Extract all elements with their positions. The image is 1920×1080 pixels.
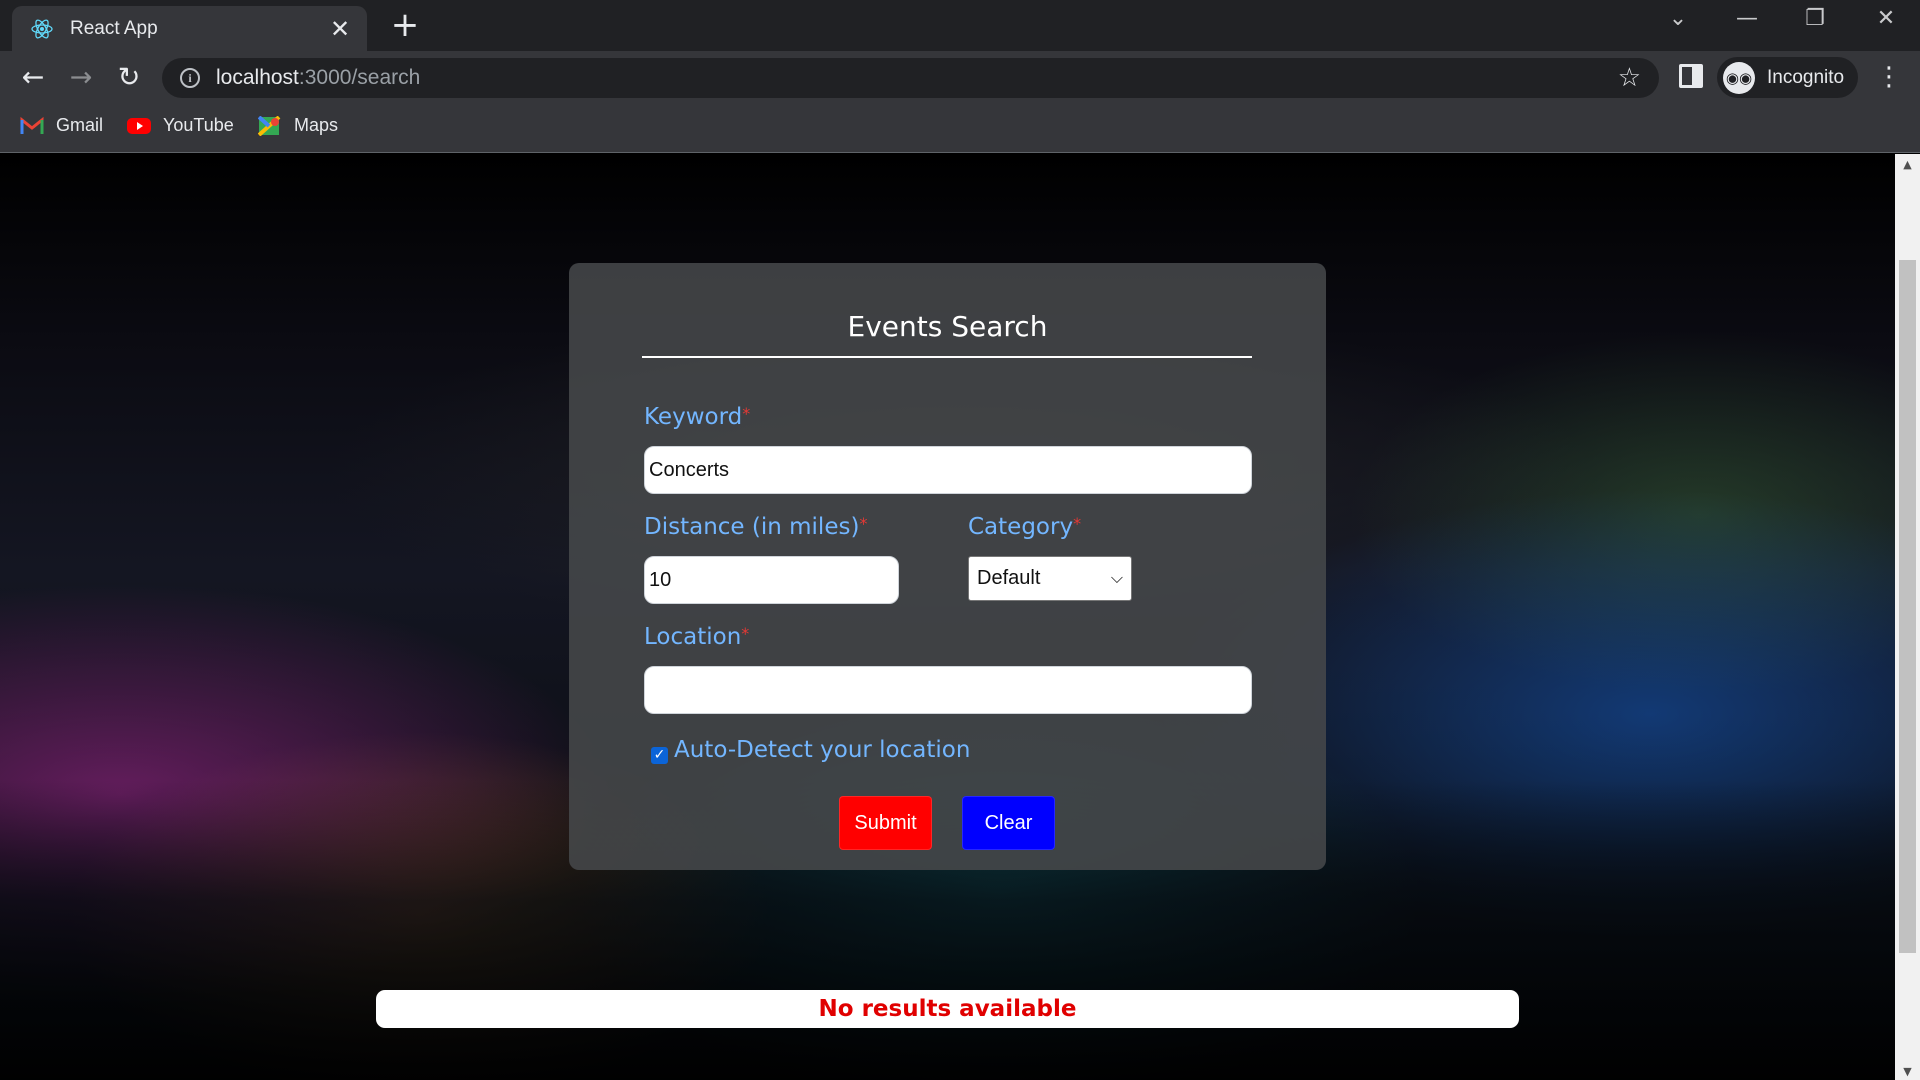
location-input[interactable] bbox=[644, 666, 1252, 714]
bookmark-youtube[interactable]: YouTube bbox=[127, 115, 234, 136]
category-select[interactable]: Default ⌵ bbox=[968, 556, 1132, 601]
page-background: Events Search Keyword* Concerts Distance… bbox=[0, 154, 1895, 1080]
reload-icon[interactable]: ↻ bbox=[114, 63, 144, 93]
keyword-value: Concerts bbox=[649, 458, 730, 481]
bookmarks-bar: Gmail YouTube Maps bbox=[0, 104, 1920, 153]
required-mark: * bbox=[742, 404, 751, 423]
back-icon[interactable]: ← bbox=[18, 63, 48, 93]
distance-input[interactable]: 10 bbox=[644, 556, 899, 604]
incognito-label: Incognito bbox=[1767, 66, 1845, 88]
incognito-profile-button[interactable]: ◉◉ Incognito bbox=[1717, 57, 1859, 98]
bookmark-star-icon[interactable]: ☆ bbox=[1618, 63, 1641, 93]
restore-icon[interactable]: ❐ bbox=[1795, 6, 1835, 31]
minimize-icon[interactable]: — bbox=[1727, 6, 1767, 31]
keyword-label-text: Keyword bbox=[644, 404, 743, 430]
category-selected: Default bbox=[977, 567, 1041, 589]
title-divider bbox=[642, 356, 1252, 358]
react-icon bbox=[31, 18, 53, 39]
form-title: Events Search bbox=[847, 310, 1048, 343]
page-scrollbar[interactable]: ▲ ▼ bbox=[1895, 154, 1920, 1080]
required-mark: * bbox=[741, 624, 750, 643]
required-mark: * bbox=[859, 514, 868, 533]
tab-strip: React App ✕ + ⌄ — ❐ ✕ bbox=[0, 0, 1920, 51]
distance-label: Distance (in miles)* bbox=[644, 514, 867, 540]
auto-detect-label[interactable]: Auto-Detect your location bbox=[674, 737, 970, 763]
maps-icon bbox=[258, 115, 281, 136]
chevron-down-icon: ⌵ bbox=[1110, 569, 1123, 587]
gmail-icon bbox=[20, 116, 44, 134]
category-label: Category* bbox=[968, 514, 1081, 540]
url-host: localhost bbox=[216, 66, 299, 89]
clear-button[interactable]: Clear bbox=[962, 796, 1055, 850]
tab-title: React App bbox=[70, 17, 158, 39]
submit-button[interactable]: Submit bbox=[839, 796, 932, 850]
more-menu-icon[interactable]: ⋮ bbox=[1876, 62, 1902, 92]
location-label: Location* bbox=[644, 624, 749, 650]
tab-search-icon[interactable]: ⌄ bbox=[1658, 6, 1698, 31]
new-tab-icon[interactable]: + bbox=[388, 8, 422, 42]
distance-value: 10 bbox=[649, 568, 672, 591]
address-bar[interactable]: i localhost:3000/search ☆ bbox=[162, 58, 1659, 98]
browser-tab[interactable]: React App ✕ bbox=[12, 6, 367, 51]
browser-toolbar: ← → ↻ i localhost:3000/search ☆ ◉◉ Incog… bbox=[0, 51, 1920, 104]
scroll-down-icon[interactable]: ▼ bbox=[1895, 1065, 1920, 1078]
required-mark: * bbox=[1073, 514, 1082, 533]
incognito-icon: ◉◉ bbox=[1723, 61, 1755, 94]
url-path: :3000/search bbox=[298, 66, 421, 89]
bookmark-label: Maps bbox=[294, 115, 339, 135]
site-info-icon[interactable]: i bbox=[180, 68, 200, 88]
no-results-banner: No results available bbox=[376, 990, 1519, 1028]
scrollbar-thumb[interactable] bbox=[1899, 260, 1916, 953]
url-text: localhost:3000/search bbox=[216, 66, 420, 90]
auto-detect-checkbox[interactable]: ✓ bbox=[651, 747, 668, 764]
distance-label-text: Distance (in miles) bbox=[644, 514, 860, 540]
category-label-text: Category bbox=[968, 514, 1074, 540]
bookmark-label: Gmail bbox=[56, 115, 104, 135]
bookmark-maps[interactable]: Maps bbox=[258, 115, 338, 136]
close-icon[interactable]: ✕ bbox=[327, 15, 353, 43]
keyword-label: Keyword* bbox=[644, 404, 750, 430]
bookmark-gmail[interactable]: Gmail bbox=[20, 115, 103, 136]
bookmark-label: YouTube bbox=[163, 115, 234, 135]
forward-icon[interactable]: → bbox=[66, 63, 96, 93]
window-close-icon[interactable]: ✕ bbox=[1866, 6, 1906, 31]
location-label-text: Location bbox=[644, 624, 742, 650]
youtube-icon bbox=[127, 117, 151, 134]
keyword-input[interactable]: Concerts bbox=[644, 446, 1252, 494]
events-search-form: Events Search Keyword* Concerts Distance… bbox=[569, 263, 1326, 870]
side-panel-icon[interactable] bbox=[1679, 64, 1703, 88]
scroll-up-icon[interactable]: ▲ bbox=[1895, 158, 1920, 171]
